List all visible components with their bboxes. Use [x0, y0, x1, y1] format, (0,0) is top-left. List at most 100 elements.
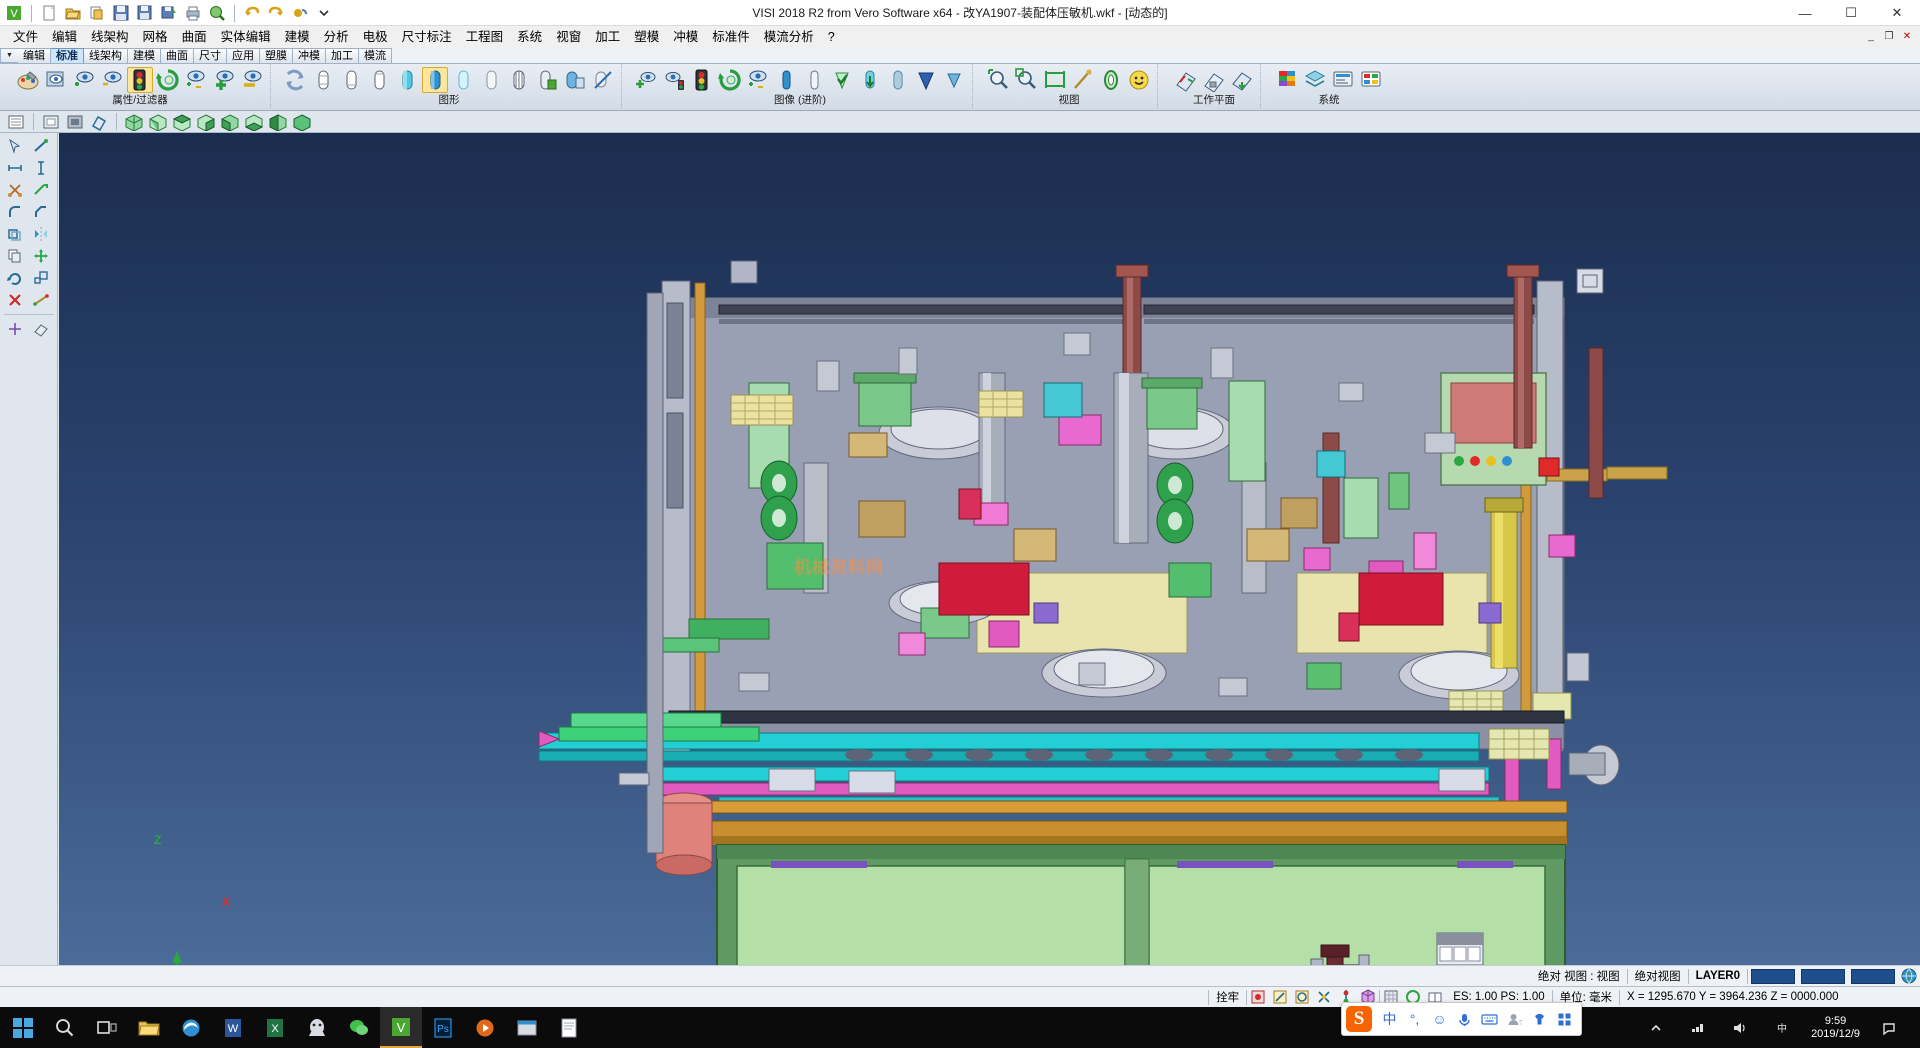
- offset-icon[interactable]: [2, 223, 28, 245]
- system-colors-icon[interactable]: [1274, 67, 1300, 93]
- absolute-view-label[interactable]: 绝对视图: [1628, 966, 1688, 987]
- shading-transparent-icon[interactable]: [450, 67, 476, 93]
- ime-toolbox-icon[interactable]: [1552, 1006, 1577, 1032]
- image-toggle-icon[interactable]: [745, 67, 771, 93]
- color-palette-icon[interactable]: [15, 67, 41, 93]
- image-status-icon[interactable]: [689, 67, 715, 93]
- shading-wireframe-icon[interactable]: [310, 67, 336, 93]
- menu-wireframe[interactable]: 线架构: [84, 27, 136, 47]
- workplane-define-icon[interactable]: [1173, 67, 1199, 93]
- measure-distance-icon[interactable]: [28, 289, 54, 311]
- media-player-icon[interactable]: [464, 1007, 506, 1048]
- ime-punctuation-icon[interactable]: °,: [1402, 1006, 1427, 1032]
- system-preferences-icon[interactable]: [1330, 67, 1356, 93]
- print-preview-icon[interactable]: [206, 3, 228, 23]
- menu-drawing[interactable]: 工程图: [459, 27, 511, 47]
- view-front-icon[interactable]: [147, 112, 169, 132]
- taskbar-clock[interactable]: 9:59 2019/12/9: [1803, 1015, 1868, 1041]
- file-explorer-icon[interactable]: [128, 1007, 170, 1048]
- network-icon[interactable]: [1677, 1007, 1719, 1048]
- shading-no-edges-icon[interactable]: [478, 67, 504, 93]
- tab-modeling[interactable]: 建模: [128, 48, 161, 63]
- menu-mesh[interactable]: 网格: [136, 27, 175, 47]
- menu-electrode[interactable]: 电极: [356, 27, 395, 47]
- qq-icon[interactable]: [296, 1007, 338, 1048]
- redo-icon[interactable]: [265, 3, 287, 23]
- ime-toolbar[interactable]: S 中 °, ☺ ?: [1341, 1002, 1582, 1036]
- qa-overflow-icon[interactable]: [313, 3, 335, 23]
- render-hidden-icon[interactable]: [562, 67, 588, 93]
- volume-icon[interactable]: [1719, 1007, 1761, 1048]
- mdi-minimize-button[interactable]: _: [1862, 28, 1880, 44]
- ime-account-icon[interactable]: ?: [1502, 1006, 1527, 1032]
- shading-outline-icon[interactable]: [366, 67, 392, 93]
- move-entity-icon[interactable]: [28, 245, 54, 267]
- rotate-view-icon[interactable]: [1098, 67, 1124, 93]
- attribute-copy-icon[interactable]: [43, 67, 69, 93]
- construct-point-icon[interactable]: [2, 318, 28, 340]
- color-swatch-2[interactable]: [1801, 969, 1845, 984]
- snap-mid-icon[interactable]: [1270, 988, 1290, 1006]
- toggle-visibility-icon[interactable]: [183, 67, 209, 93]
- snap-label[interactable]: 拴牢: [1209, 987, 1246, 1008]
- close-button[interactable]: ✕: [1874, 0, 1920, 26]
- photoshop-icon[interactable]: Ps: [422, 1007, 464, 1048]
- render-shaded-icon[interactable]: [534, 67, 560, 93]
- copy-entity-icon[interactable]: [2, 245, 28, 267]
- undo-icon[interactable]: [241, 3, 263, 23]
- image-extra-icon[interactable]: [941, 67, 967, 93]
- hide-entities-icon[interactable]: [99, 67, 125, 93]
- section-view-icon[interactable]: [506, 67, 532, 93]
- menu-standard-parts[interactable]: 标准件: [705, 27, 757, 47]
- new-file-icon[interactable]: [38, 3, 60, 23]
- globe-icon[interactable]: [1899, 967, 1919, 985]
- view-fit-icon[interactable]: [1042, 67, 1068, 93]
- construct-plane-icon[interactable]: [28, 318, 54, 340]
- remove-visible-icon[interactable]: [239, 67, 265, 93]
- shading-smooth-icon[interactable]: [394, 67, 420, 93]
- menu-edit[interactable]: 编辑: [45, 27, 84, 47]
- word-icon[interactable]: W: [212, 1007, 254, 1048]
- ime-tray-icon[interactable]: 中: [1761, 1007, 1803, 1048]
- view-left-icon[interactable]: [267, 112, 289, 132]
- extend-icon[interactable]: [28, 179, 54, 201]
- save-icon[interactable]: [110, 3, 132, 23]
- mesh-cylinder-icon[interactable]: [885, 67, 911, 93]
- list-view-icon[interactable]: [5, 112, 27, 132]
- wechat-icon[interactable]: [338, 1007, 380, 1048]
- view-top-icon[interactable]: [171, 112, 193, 132]
- view-iso-icon[interactable]: [123, 112, 145, 132]
- edge-browser-icon[interactable]: [170, 1007, 212, 1048]
- view-bottom-icon[interactable]: [243, 112, 265, 132]
- task-view-icon[interactable]: [86, 1007, 128, 1048]
- tab-standard[interactable]: 标准: [51, 48, 84, 63]
- trim-icon[interactable]: [2, 179, 28, 201]
- snap-point-icon[interactable]: [1248, 988, 1268, 1006]
- cad-model-scene[interactable]: [59, 133, 1920, 1007]
- notifications-icon[interactable]: [1868, 1007, 1910, 1048]
- zoom-window-icon[interactable]: [986, 67, 1012, 93]
- view-right-icon[interactable]: [195, 112, 217, 132]
- solid-blue-icon[interactable]: [773, 67, 799, 93]
- chamfer-icon[interactable]: [28, 201, 54, 223]
- cone-icon[interactable]: [913, 67, 939, 93]
- tab-moldflow[interactable]: 模流: [359, 48, 392, 63]
- fillet-icon[interactable]: [2, 201, 28, 223]
- menu-help[interactable]: ?: [821, 27, 842, 47]
- system-customize-icon[interactable]: [1358, 67, 1384, 93]
- menu-window[interactable]: 视窗: [549, 27, 588, 47]
- folder-window-icon[interactable]: [506, 1007, 548, 1048]
- menu-file[interactable]: 文件: [6, 27, 45, 47]
- open-copy-icon[interactable]: [86, 3, 108, 23]
- save-as-icon[interactable]: [134, 3, 156, 23]
- refresh-display-icon[interactable]: [155, 67, 181, 93]
- tray-expand-icon[interactable]: [1635, 1007, 1677, 1048]
- smiley-help-icon[interactable]: [1126, 67, 1152, 93]
- tab-edit[interactable]: 编辑: [18, 48, 51, 63]
- mirror-icon[interactable]: [28, 223, 54, 245]
- search-icon[interactable]: [44, 1007, 86, 1048]
- minimize-button[interactable]: —: [1782, 0, 1828, 26]
- menu-solid-edit[interactable]: 实体编辑: [214, 27, 278, 47]
- render-none-icon[interactable]: [590, 67, 616, 93]
- mdi-restore-button[interactable]: ❐: [1880, 28, 1898, 44]
